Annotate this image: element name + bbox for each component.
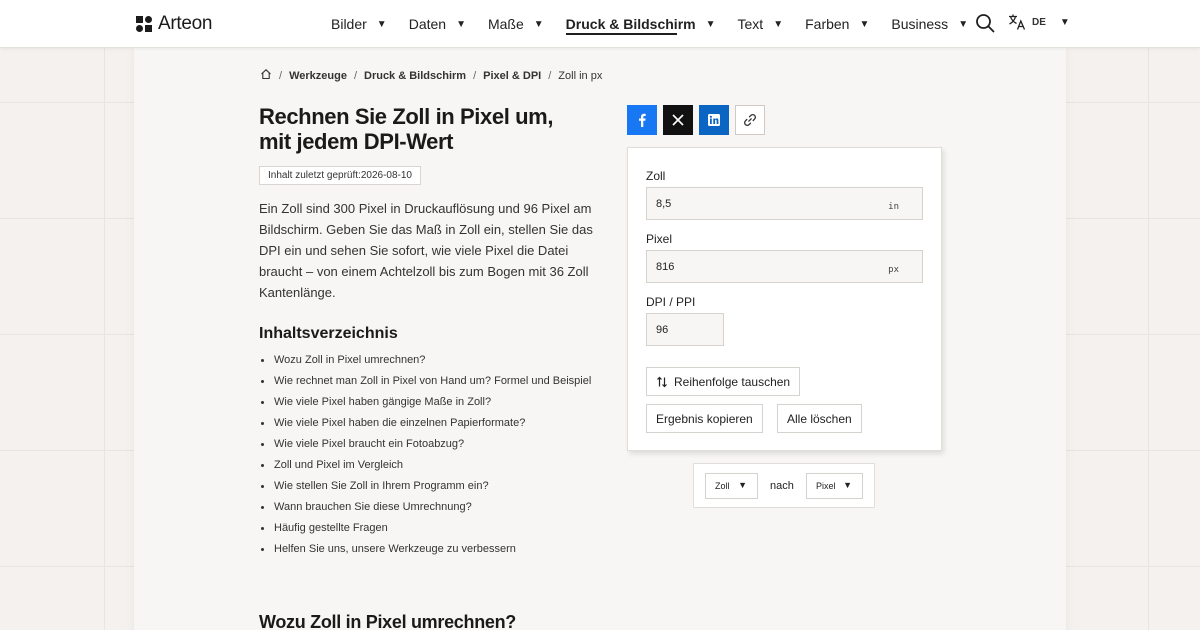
converter-connector: nach bbox=[770, 480, 794, 492]
chevron-down-icon: ▼ bbox=[843, 480, 852, 490]
toc-item[interactable]: Wozu Zoll in Pixel umrechnen? bbox=[259, 351, 591, 372]
toc-item[interactable]: Wann brauchen Sie diese Umrechnung? bbox=[259, 498, 591, 519]
pixel-input[interactable]: 816 px bbox=[646, 250, 923, 283]
toc-item[interactable]: Helfen Sie uns, unsere Werkzeuge zu verb… bbox=[259, 540, 591, 561]
section-heading: Wozu Zoll in Pixel umrechnen? bbox=[259, 612, 516, 630]
link-icon bbox=[744, 114, 756, 126]
nav-label: Daten bbox=[408, 16, 447, 32]
toc-item[interactable]: Wie rechnet man Zoll in Pixel von Hand u… bbox=[259, 372, 591, 393]
toc-item[interactable]: Wie viele Pixel braucht ein Fotoabzug? bbox=[259, 435, 591, 456]
nav-item-bilder[interactable]: Bilder ▼ bbox=[331, 0, 387, 48]
calculator-card: Zoll 8,5 in Pixel 816 px DPI / PPI 96 Re… bbox=[627, 147, 942, 451]
nav-item-business[interactable]: Business ▼ bbox=[891, 0, 968, 48]
breadcrumb-link[interactable]: Werkzeuge bbox=[289, 70, 347, 82]
to-unit-select[interactable]: Pixel ▼ bbox=[806, 473, 863, 499]
toc-item[interactable]: Häufig gestellte Fragen bbox=[259, 519, 591, 540]
dpi-label: DPI / PPI bbox=[646, 295, 696, 309]
toc-item[interactable]: Wie stellen Sie Zoll in Ihrem Programm e… bbox=[259, 477, 591, 498]
active-nav-underline bbox=[565, 33, 677, 35]
breadcrumb: / Werkzeuge / Druck & Bildschirm / Pixel… bbox=[260, 68, 602, 83]
chevron-down-icon: ▼ bbox=[773, 18, 784, 30]
share-x-button[interactable] bbox=[663, 105, 693, 135]
clear-all-button[interactable]: Alle löschen bbox=[777, 404, 862, 433]
chevron-down-icon: ▼ bbox=[958, 18, 969, 30]
breadcrumb-separator: / bbox=[353, 69, 357, 82]
chevron-down-icon: ▼ bbox=[533, 18, 544, 30]
nav-item-druck-bildschirm[interactable]: Druck & Bildschirm ▼ bbox=[565, 0, 716, 48]
from-unit-select[interactable]: Zoll ▼ bbox=[705, 473, 758, 499]
toc-item[interactable]: Zoll und Pixel im Vergleich bbox=[259, 456, 591, 477]
nav-item-text[interactable]: Text ▼ bbox=[738, 0, 784, 48]
breadcrumb-separator: / bbox=[548, 69, 552, 82]
nav-item-daten[interactable]: Daten ▼ bbox=[409, 0, 466, 48]
nav-item-masse[interactable]: Maße ▼ bbox=[488, 0, 544, 48]
pixel-value: 816 bbox=[656, 260, 675, 273]
nav-label: Maße bbox=[487, 16, 524, 32]
dpi-input[interactable]: 96 bbox=[646, 313, 724, 346]
nav-label: Text bbox=[737, 16, 764, 32]
breadcrumb-current: Zoll in px bbox=[558, 69, 603, 82]
home-link[interactable] bbox=[260, 68, 272, 83]
toc-item[interactable]: Wie viele Pixel haben die einzelnen Papi… bbox=[259, 414, 591, 435]
chevron-down-icon: ▼ bbox=[456, 18, 466, 30]
inch-unit: in bbox=[888, 202, 899, 212]
search-icon bbox=[976, 14, 995, 33]
share-facebook-button[interactable] bbox=[627, 105, 657, 135]
logo-icon bbox=[136, 16, 152, 32]
nav-label: Business bbox=[891, 16, 949, 32]
chevron-down-icon: ▼ bbox=[376, 18, 387, 30]
intro-paragraph: Ein Zoll sind 300 Pixel in Druckauflösun… bbox=[259, 201, 593, 300]
search-button[interactable] bbox=[975, 13, 997, 35]
nav-label: Bilder bbox=[331, 16, 367, 32]
unit-converter-bar: Zoll ▼ nach Pixel ▼ bbox=[693, 463, 875, 508]
nav-label: Farben bbox=[805, 16, 850, 32]
logo-text: Arteon bbox=[158, 13, 213, 34]
toc-heading: Inhaltsverzeichnis bbox=[259, 325, 398, 342]
table-of-contents: Wozu Zoll in Pixel umrechnen? Wie rechne… bbox=[259, 351, 591, 561]
inch-input[interactable]: 8,5 in bbox=[646, 187, 923, 220]
share-bar bbox=[627, 105, 765, 135]
copy-result-label: Ergebnis kopieren bbox=[656, 411, 753, 426]
dpi-value: 96 bbox=[656, 323, 669, 336]
copy-link-button[interactable] bbox=[735, 105, 765, 135]
pixel-label: Pixel bbox=[646, 232, 673, 246]
x-icon bbox=[672, 114, 684, 126]
pixel-unit: px bbox=[888, 265, 899, 275]
chevron-down-icon: ▼ bbox=[738, 480, 747, 490]
clear-all-label: Alle löschen bbox=[787, 411, 852, 426]
breadcrumb-link[interactable]: Druck & Bildschirm bbox=[364, 70, 466, 82]
language-code: DE bbox=[1032, 16, 1046, 28]
share-linkedin-button[interactable] bbox=[699, 105, 729, 135]
breadcrumb-separator: / bbox=[279, 69, 283, 82]
swap-icon bbox=[657, 376, 667, 387]
home-icon bbox=[261, 69, 271, 80]
breadcrumb-separator: / bbox=[473, 69, 477, 82]
swap-order-button[interactable]: Reihenfolge tauschen bbox=[646, 367, 801, 396]
inch-value: 8,5 bbox=[656, 197, 672, 210]
nav-label: Druck & Bildschirm bbox=[565, 16, 696, 32]
from-unit-value: Zoll bbox=[715, 481, 730, 491]
page-title: Rechnen Sie Zoll in Pixel um, mit jedem … bbox=[259, 104, 554, 154]
toc-item[interactable]: Wie viele Pixel haben gängige Maße in Zo… bbox=[259, 393, 591, 414]
to-unit-value: Pixel bbox=[816, 481, 836, 491]
main-nav: Bilder ▼ Daten ▼ Maße ▼ Druck & Bildschi… bbox=[331, 0, 990, 48]
logo[interactable]: Arteon bbox=[136, 13, 212, 35]
breadcrumb-link[interactable]: Pixel & DPI bbox=[483, 70, 541, 82]
nav-item-farben[interactable]: Farben ▼ bbox=[805, 0, 869, 48]
copy-result-button[interactable]: Ergebnis kopieren bbox=[646, 404, 763, 433]
translate-icon bbox=[1009, 14, 1026, 30]
chevron-down-icon: ▼ bbox=[705, 18, 716, 30]
chevron-down-icon: ▼ bbox=[859, 18, 870, 30]
chevron-down-icon: ▼ bbox=[1059, 16, 1070, 28]
swap-order-label: Reihenfolge tauschen bbox=[674, 374, 791, 389]
language-selector[interactable]: DE ▼ bbox=[1008, 13, 1070, 31]
facebook-icon bbox=[639, 113, 646, 127]
linkedin-icon bbox=[708, 114, 720, 126]
top-navigation-bar: Arteon Bilder ▼ Daten ▼ Maße ▼ Druck & B… bbox=[0, 0, 1200, 48]
last-reviewed-badge: Inhalt zuletzt geprüft:2026-08-10 bbox=[259, 166, 421, 185]
inch-label: Zoll bbox=[646, 169, 666, 183]
